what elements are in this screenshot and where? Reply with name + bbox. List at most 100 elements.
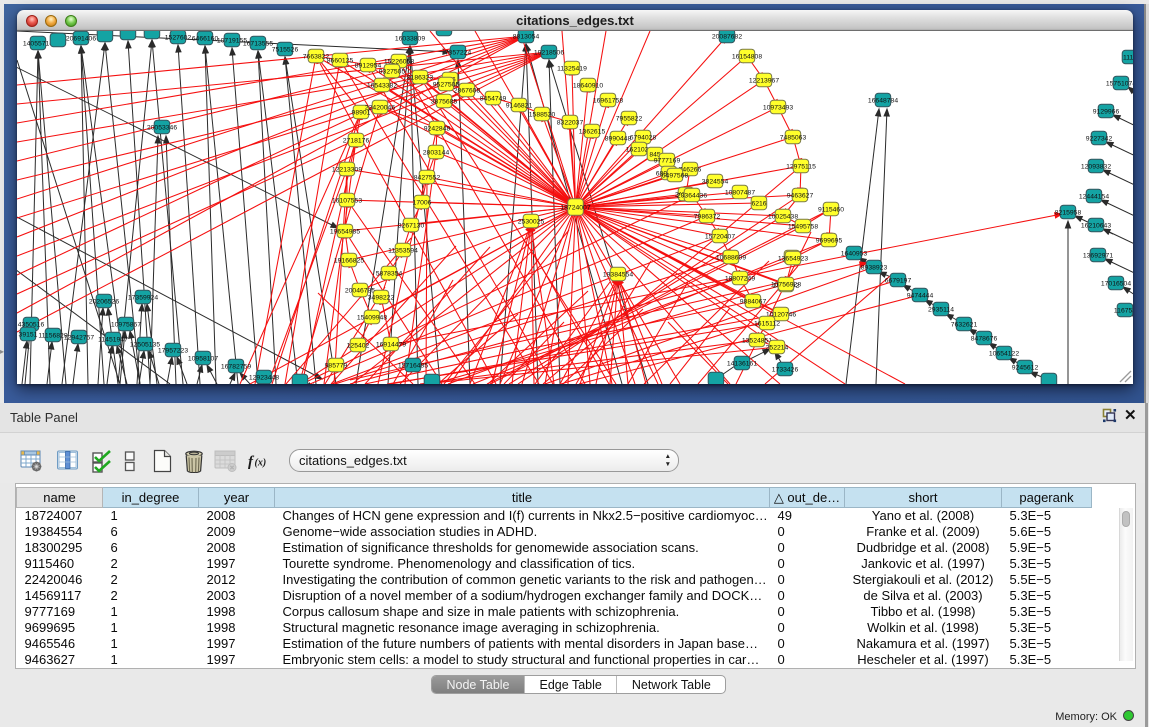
svg-text:6794028: 6794028 bbox=[630, 134, 657, 141]
svg-text:19654985: 19654985 bbox=[330, 228, 360, 235]
svg-text:8322037: 8322037 bbox=[557, 119, 584, 126]
svg-text:8813054: 8813054 bbox=[513, 33, 540, 40]
svg-text:9327505: 9327505 bbox=[379, 68, 406, 75]
svg-text:9146821: 9146821 bbox=[506, 102, 533, 109]
svg-text:3824554: 3824554 bbox=[702, 178, 729, 185]
svg-text:2867608: 2867608 bbox=[454, 87, 481, 94]
svg-text:16782759: 16782759 bbox=[221, 363, 251, 370]
svg-text:14055714: 14055714 bbox=[23, 40, 53, 47]
svg-text:9777169: 9777169 bbox=[654, 157, 681, 164]
svg-text:116753: 116753 bbox=[1114, 307, 1133, 314]
svg-text:2530025: 2530025 bbox=[518, 218, 545, 225]
svg-text:8215958: 8215958 bbox=[1055, 209, 1082, 216]
svg-text:7986372: 7986372 bbox=[694, 213, 721, 220]
svg-text:17016504: 17016504 bbox=[1101, 280, 1131, 287]
svg-text:16648784: 16648784 bbox=[868, 97, 898, 104]
svg-text:39151: 39151 bbox=[19, 331, 38, 338]
svg-text:11451947: 11451947 bbox=[98, 336, 128, 343]
svg-text:985779: 985779 bbox=[325, 362, 348, 369]
svg-text:1527602: 1527602 bbox=[165, 34, 192, 41]
svg-text:3498222: 3498222 bbox=[368, 294, 395, 301]
svg-text:9129966: 9129966 bbox=[1093, 108, 1120, 115]
svg-text:10807487: 10807487 bbox=[725, 189, 755, 196]
svg-text:14136161: 14136161 bbox=[727, 360, 757, 367]
svg-text:6466160: 6466160 bbox=[192, 35, 219, 42]
svg-text:8186323: 8186323 bbox=[407, 74, 434, 81]
svg-text:2803144: 2803144 bbox=[423, 149, 450, 156]
svg-text:13654923: 13654923 bbox=[778, 255, 808, 262]
svg-text:12444154: 12444154 bbox=[1079, 193, 1109, 200]
svg-text:7632621: 7632621 bbox=[951, 321, 978, 328]
svg-text:17359924: 17359924 bbox=[128, 294, 158, 301]
svg-text:15409948: 15409948 bbox=[357, 314, 387, 321]
svg-text:16154808: 16154808 bbox=[732, 53, 762, 60]
svg-text:16961758: 16961758 bbox=[593, 97, 623, 104]
svg-text:6497568: 6497568 bbox=[662, 172, 689, 179]
svg-text:20046785: 20046785 bbox=[345, 287, 375, 294]
svg-text:6216: 6216 bbox=[751, 200, 766, 207]
svg-text:12213309: 12213309 bbox=[332, 166, 362, 173]
svg-text:8660125: 8660125 bbox=[327, 57, 354, 64]
svg-text:8478676: 8478676 bbox=[971, 335, 998, 342]
svg-text:10688609: 10688609 bbox=[716, 254, 746, 261]
svg-text:12093832: 12093832 bbox=[1081, 163, 1111, 170]
svg-text:16033809: 16033809 bbox=[395, 35, 425, 42]
svg-text:3875685: 3875685 bbox=[431, 98, 458, 105]
svg-text:9699695: 9699695 bbox=[816, 237, 843, 244]
svg-text:22420046: 22420046 bbox=[365, 104, 395, 111]
svg-text:20206526: 20206526 bbox=[89, 298, 119, 305]
svg-text:18640910: 18640910 bbox=[573, 82, 603, 89]
svg-text:125402: 125402 bbox=[347, 342, 370, 349]
svg-text:19384554: 19384554 bbox=[603, 271, 633, 278]
svg-text:9884067: 9884067 bbox=[740, 298, 767, 305]
svg-text:16914479: 16914479 bbox=[376, 341, 406, 348]
svg-text:2935114: 2935114 bbox=[928, 306, 954, 313]
svg-text:10973493: 10973493 bbox=[763, 104, 793, 111]
svg-text:12923448: 12923448 bbox=[249, 374, 279, 381]
svg-text:16210643: 16210643 bbox=[1081, 222, 1111, 229]
svg-text:19166825: 19166825 bbox=[334, 257, 364, 264]
svg-text:12505135: 12505135 bbox=[130, 341, 160, 348]
svg-text:1112: 1112 bbox=[1123, 54, 1133, 61]
svg-text:1615112: 1615112 bbox=[754, 320, 780, 327]
svg-text:9474444: 9474444 bbox=[907, 292, 934, 299]
svg-text:8454749: 8454749 bbox=[480, 95, 507, 102]
svg-text:7515526: 7515526 bbox=[272, 46, 299, 53]
svg-text:16713555: 16713555 bbox=[243, 40, 273, 47]
svg-text:9227342: 9227342 bbox=[1086, 135, 1113, 142]
svg-text:16543382: 16543382 bbox=[367, 82, 397, 89]
svg-text:7955822: 7955822 bbox=[616, 115, 643, 122]
svg-text:17957223: 17957223 bbox=[158, 347, 188, 354]
svg-text:13692971: 13692971 bbox=[1083, 252, 1113, 259]
svg-text:15751074: 15751074 bbox=[1106, 80, 1133, 87]
svg-text:9115460: 9115460 bbox=[818, 206, 844, 213]
svg-text:10975867: 10975867 bbox=[111, 321, 141, 328]
svg-text:8990448: 8990448 bbox=[605, 135, 632, 142]
svg-text:10654122: 10654122 bbox=[989, 350, 1019, 357]
svg-text:10958107: 10958107 bbox=[188, 355, 218, 362]
svg-text:1733426: 1733426 bbox=[772, 366, 799, 373]
svg-text:20691406: 20691406 bbox=[66, 35, 96, 42]
svg-text:12213967: 12213967 bbox=[749, 77, 779, 84]
svg-text:11353594: 11353594 bbox=[388, 247, 418, 254]
svg-text:19218506: 19218506 bbox=[534, 49, 564, 56]
svg-text:15720407: 15720407 bbox=[705, 233, 735, 240]
svg-text:20364436: 20364436 bbox=[677, 192, 707, 199]
svg-text:8912954: 8912954 bbox=[355, 62, 382, 69]
svg-text:1588520: 1588520 bbox=[529, 111, 556, 118]
svg-text:7485063: 7485063 bbox=[780, 134, 807, 141]
svg-text:15716485: 15716485 bbox=[398, 362, 428, 369]
svg-text:20087682: 20087682 bbox=[712, 33, 742, 40]
svg-text:7663822: 7663822 bbox=[303, 53, 330, 60]
svg-text:(x): (x) bbox=[255, 458, 267, 469]
svg-text:15495758: 15495758 bbox=[788, 223, 818, 230]
svg-text:252214: 252214 bbox=[766, 344, 789, 351]
svg-text:18724007: 18724007 bbox=[560, 204, 590, 211]
svg-text:2718176: 2718176 bbox=[343, 137, 370, 144]
svg-text:8267130: 8267130 bbox=[398, 222, 425, 229]
svg-text:18807249: 18807249 bbox=[725, 275, 755, 282]
svg-text:16107553: 16107553 bbox=[332, 197, 362, 204]
svg-text:17006: 17006 bbox=[413, 199, 432, 206]
svg-text:9242848: 9242848 bbox=[424, 125, 451, 132]
svg-text:10756928: 10756928 bbox=[771, 281, 801, 288]
